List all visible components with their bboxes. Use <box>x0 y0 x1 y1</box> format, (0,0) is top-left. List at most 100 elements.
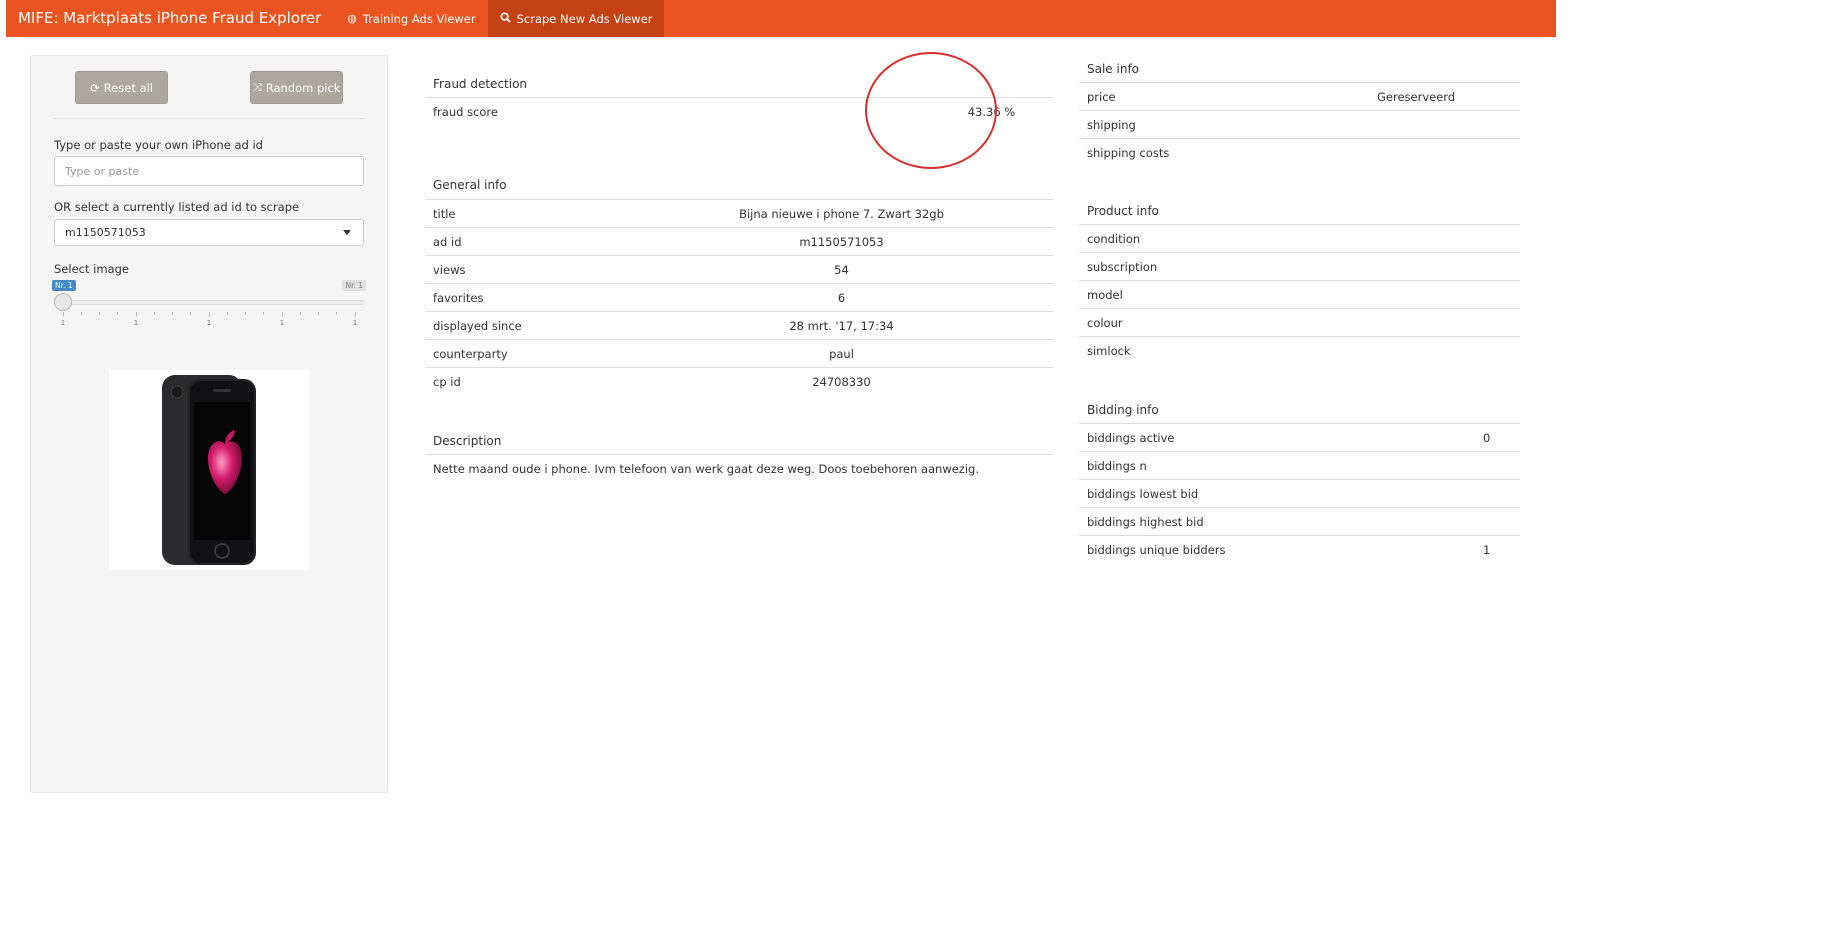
row-label: model <box>1087 287 1123 302</box>
description-text: Nette maand oude i phone. Ivm telefoon v… <box>433 462 979 476</box>
row-label: condition <box>1087 231 1141 246</box>
slider-tick <box>300 312 301 315</box>
app-title[interactable]: MIFE: Marktplaats iPhone Fraud Explorer <box>6 0 335 37</box>
row-label: biddings lowest bid <box>1087 486 1199 501</box>
navbar: MIFE: Marktplaats iPhone Fraud Explorer … <box>6 0 1556 37</box>
divider <box>425 454 1053 455</box>
row-value: 28 mrt. '17, 17:34 <box>789 318 894 333</box>
reset-all-label: Reset all <box>103 80 153 95</box>
slider-tick <box>318 312 319 315</box>
tab-training-ads-viewer[interactable]: ◍ Training Ads Viewer <box>335 0 487 37</box>
product-info-table: condition subscription model colour siml… <box>1079 224 1520 365</box>
own-ad-id-label: Type or paste your own iPhone ad id <box>54 138 263 152</box>
row-value <box>1424 452 1520 480</box>
row-value <box>1339 281 1520 309</box>
description-title: Description <box>433 434 502 448</box>
slider-tick-label: 1 <box>133 319 139 327</box>
row-label: biddings active <box>1087 430 1175 445</box>
tab-scrape-new-ads-viewer[interactable]: Scrape New Ads Viewer <box>487 0 665 37</box>
slider-track[interactable] <box>62 300 364 305</box>
slider-tick <box>190 312 191 315</box>
row-value <box>1339 111 1520 139</box>
row-label: displayed since <box>433 318 522 333</box>
ad-id-select[interactable]: m1150571053 <box>54 219 364 246</box>
row-value <box>1424 480 1520 508</box>
slider-tick-label: 1 <box>279 319 285 327</box>
sale-info-title: Sale info <box>1087 62 1140 76</box>
tab-label: Scrape New Ads Viewer <box>516 11 653 26</box>
row-label: views <box>433 262 466 277</box>
table-row: biddings highest bid <box>1079 507 1520 536</box>
table-row: shipping costs <box>1079 138 1520 167</box>
reset-all-button[interactable]: ⟳ Reset all <box>75 71 168 104</box>
row-label: favorites <box>433 290 484 305</box>
row-value: 24708330 <box>812 374 871 389</box>
row-label: simlock <box>1087 343 1131 358</box>
bidding-info-title: Bidding info <box>1087 403 1159 417</box>
row-value: 54 <box>834 262 849 277</box>
own-ad-id-input[interactable] <box>54 156 364 186</box>
row-label: fraud score <box>433 104 498 119</box>
slider-tick <box>209 312 210 317</box>
slider-tick <box>99 312 100 315</box>
row-value <box>1339 139 1520 167</box>
slider-max-badge: Nr. 1 <box>342 280 366 291</box>
table-row: counterparty paul <box>425 339 1053 368</box>
slider-tick-label: 1 <box>352 319 358 327</box>
ad-id-select-value: m1150571053 <box>65 226 146 239</box>
slider-tick <box>227 312 228 315</box>
iphone-image-icon <box>162 375 256 565</box>
bidding-info-table: biddings active 0 biddings n biddings low… <box>1079 423 1520 564</box>
row-value: 1 <box>1483 542 1491 557</box>
row-value: paul <box>829 346 854 361</box>
row-value <box>1424 508 1520 536</box>
table-row: displayed since 28 mrt. '17, 17:34 <box>425 311 1053 340</box>
row-value: Bijna nieuwe i phone 7. Zwart 32gb <box>739 206 944 221</box>
row-label: shipping costs <box>1087 145 1170 160</box>
row-value <box>1339 309 1520 337</box>
table-row: simlock <box>1079 336 1520 365</box>
table-row: cp id 24708330 <box>425 367 1053 396</box>
slider-tick <box>282 312 283 317</box>
slider-tick-label: 1 <box>206 319 212 327</box>
sale-info-table: price Gereserveerd shipping shipping cost… <box>1079 82 1520 167</box>
random-pick-label: Random pick <box>265 80 341 95</box>
slider-tick <box>355 312 356 317</box>
fraud-detection-title: Fraud detection <box>433 77 528 91</box>
slider-tick <box>245 312 246 315</box>
divider <box>54 118 366 119</box>
table-row: favorites 6 <box>425 283 1053 312</box>
table-row: model <box>1079 280 1520 309</box>
tab-label: Training Ads Viewer <box>362 11 476 26</box>
row-value: m1150571053 <box>799 234 884 249</box>
table-row: views 54 <box>425 255 1053 284</box>
row-label: biddings highest bid <box>1087 514 1204 529</box>
ad-image <box>109 370 309 570</box>
select-ad-id-label: OR select a currently listed ad id to sc… <box>54 200 300 214</box>
general-info-title: General info <box>433 178 507 192</box>
table-row: colour <box>1079 308 1520 337</box>
slider-tick <box>117 312 118 315</box>
row-value: 0 <box>1483 430 1491 445</box>
slider-tick <box>263 312 264 315</box>
search-icon <box>500 11 511 26</box>
table-row: title Bijna nieuwe i phone 7. Zwart 32gb <box>425 199 1053 228</box>
row-value <box>1339 337 1520 365</box>
row-label: shipping <box>1087 117 1136 132</box>
slider-tick <box>172 312 173 315</box>
row-label: biddings unique bidders <box>1087 542 1226 557</box>
slider-tick <box>81 312 82 315</box>
table-row: condition <box>1079 224 1520 253</box>
slider-handle[interactable] <box>54 293 72 311</box>
table-row: biddings n <box>1079 451 1520 480</box>
row-label: subscription <box>1087 259 1158 274</box>
select-image-label: Select image <box>54 262 129 276</box>
slider-current-badge: Nr. 1 <box>52 280 76 291</box>
random-pick-button[interactable]: ⤨ Random pick <box>250 71 343 104</box>
table-row: biddings unique bidders 1 <box>1079 535 1520 564</box>
table-row: subscription <box>1079 252 1520 281</box>
shuffle-icon: ⤨ <box>252 80 262 94</box>
image-slider[interactable]: Nr. 1 Nr. 1 1 1 1 1 1 <box>52 280 366 327</box>
row-value <box>1339 225 1520 253</box>
product-info-title: Product info <box>1087 204 1159 218</box>
